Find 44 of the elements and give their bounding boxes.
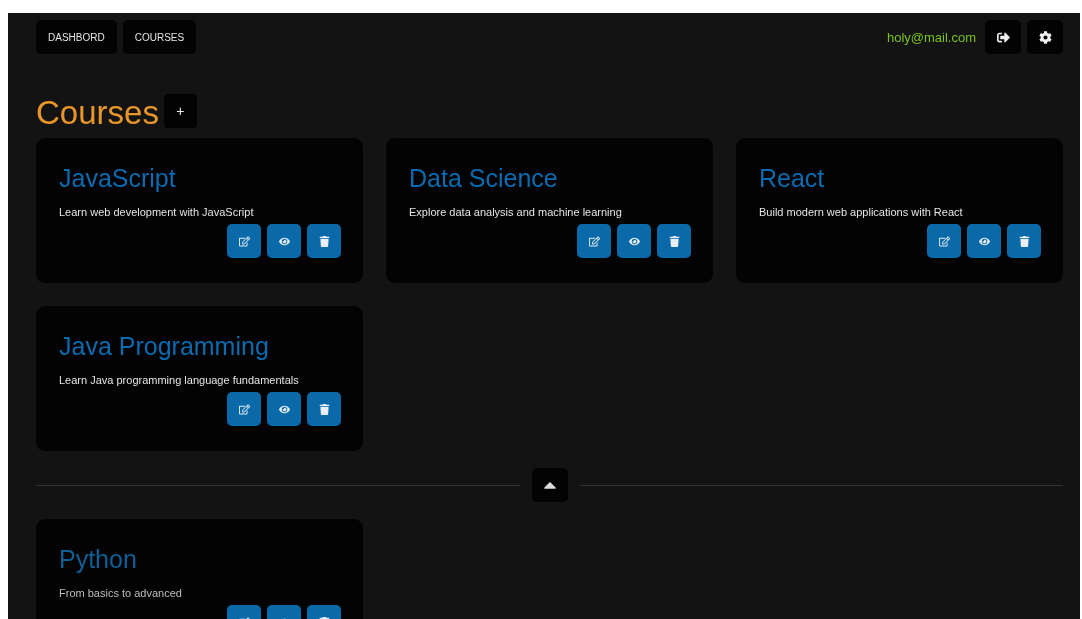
eye-icon — [628, 235, 640, 247]
eye-icon — [278, 403, 290, 415]
view-button[interactable] — [267, 224, 301, 258]
course-title: Java Programming — [59, 332, 270, 361]
eye-icon — [978, 235, 990, 247]
delete-button[interactable] — [307, 392, 341, 426]
course-description: Learn web development with JavaScript — [59, 206, 255, 218]
page-title: Courses — [36, 94, 159, 132]
edit-button[interactable] — [927, 224, 961, 258]
course-title: JavaScript — [59, 164, 177, 193]
view-button[interactable] — [617, 224, 651, 258]
trash-icon — [1018, 235, 1030, 247]
course-title: Python — [59, 545, 138, 574]
course-description: Learn Java programming language fundamentals — [59, 374, 300, 386]
trash-icon — [318, 235, 330, 247]
delete-button[interactable] — [657, 224, 691, 258]
edit-icon — [238, 235, 250, 247]
edit-icon — [238, 403, 250, 415]
course-description: From basics to advanced — [59, 587, 183, 599]
course-description: Build modern web applications with React — [759, 206, 964, 218]
add-button[interactable]: + — [163, 94, 197, 128]
view-button[interactable] — [267, 392, 301, 426]
collapse-button[interactable] — [531, 468, 568, 502]
edit-button[interactable] — [227, 392, 261, 426]
nav-button[interactable]: DASHBORD — [36, 20, 117, 54]
delete-button[interactable] — [307, 224, 341, 258]
course-title: Data Science — [409, 164, 559, 193]
edit-icon — [588, 235, 600, 247]
edit-button[interactable] — [577, 224, 611, 258]
trash-icon — [668, 235, 680, 247]
view-button[interactable] — [967, 224, 1001, 258]
delete-button[interactable] — [1007, 224, 1041, 258]
nav-button[interactable]: COURSES — [122, 20, 197, 54]
course-description: Explore data analysis and machine learning — [409, 206, 623, 218]
user-email: holy@mail.com — [886, 29, 976, 45]
logout-icon — [996, 30, 1010, 44]
course-title: React — [759, 164, 826, 193]
settings-button[interactable] — [1027, 20, 1063, 54]
logout-button[interactable] — [985, 20, 1021, 54]
trash-icon — [318, 403, 330, 415]
edit-icon — [938, 235, 950, 247]
edit-button[interactable] — [227, 224, 261, 258]
eye-icon — [278, 235, 290, 247]
settings-icon — [1038, 30, 1052, 44]
